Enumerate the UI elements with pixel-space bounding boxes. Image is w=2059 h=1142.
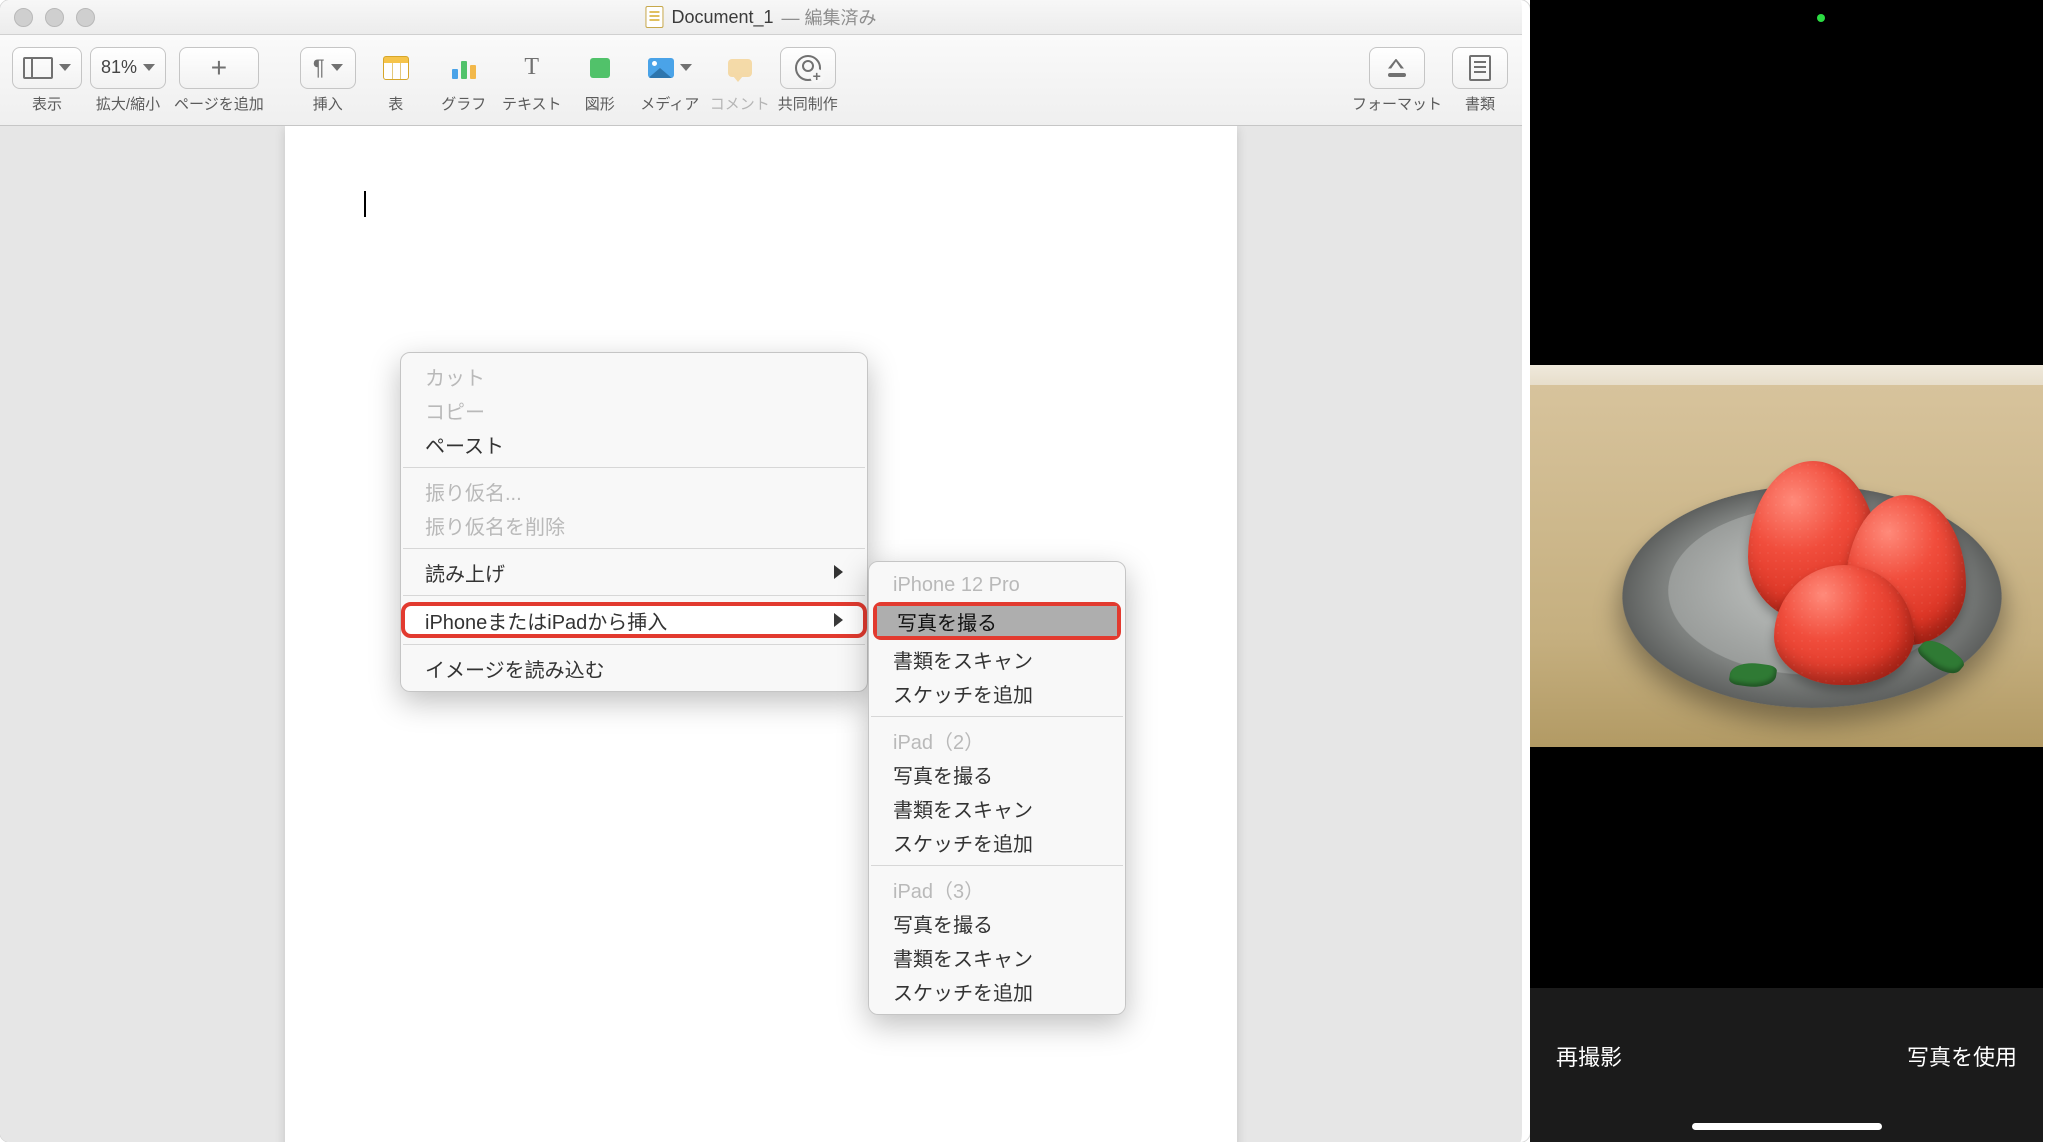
menu-insert-from-device[interactable]: iPhoneまたはiPadから挿入 — [401, 602, 867, 638]
document-canvas[interactable]: カット コピー ペースト 振り仮名... 振り仮名を削除 読み上げ iPhone… — [0, 126, 1522, 1142]
media-icon — [648, 58, 674, 78]
context-menu: カット コピー ペースト 振り仮名... 振り仮名を削除 読み上げ iPhone… — [400, 352, 868, 692]
home-indicator[interactable] — [1692, 1123, 1882, 1130]
submenu-arrow-icon — [834, 613, 843, 627]
format-label: フォーマット — [1352, 93, 1442, 114]
menu-paste[interactable]: ペースト — [401, 427, 867, 461]
collaborate-label: 共同制作 — [778, 93, 838, 114]
submenu-take-photo[interactable]: 写真を撮る — [877, 606, 1117, 636]
submenu-add-sketch-ipad3[interactable]: スケッチを追加 — [869, 974, 1125, 1008]
chevron-down-icon — [680, 64, 692, 71]
window-controls — [14, 8, 95, 27]
zoom-label: 拡大/縮小 — [96, 93, 160, 114]
insert-label: 挿入 — [313, 93, 343, 114]
document-status: — 編集済み — [782, 4, 877, 30]
close-window-icon[interactable] — [14, 8, 33, 27]
use-photo-button[interactable]: 写真を使用 — [1907, 1040, 2017, 1072]
format-icon — [1386, 57, 1408, 79]
insert-button[interactable]: ¶ 挿入 — [298, 47, 358, 114]
submenu-add-sketch[interactable]: スケッチを追加 — [869, 676, 1125, 710]
zoom-button[interactable]: 81% 拡大/縮小 — [90, 47, 166, 114]
fullscreen-window-icon[interactable] — [76, 8, 95, 27]
minimize-window-icon[interactable] — [45, 8, 64, 27]
shape-button[interactable]: 図形 — [570, 47, 630, 114]
chart-button[interactable]: グラフ — [434, 47, 494, 114]
device-header-iphone: iPhone 12 Pro — [869, 568, 1125, 602]
collaborate-button[interactable]: 共同制作 — [778, 47, 838, 114]
device-header-ipad2: iPad（2） — [869, 723, 1125, 757]
camera-bottom-bar: 再撮影 写真を使用 — [1530, 988, 2043, 1142]
zoom-value: 81% — [101, 57, 137, 78]
menu-remove-furigana: 振り仮名を削除 — [401, 508, 867, 542]
chevron-down-icon — [143, 64, 155, 71]
comment-label: コメント — [710, 93, 770, 114]
document-title: Document_1 — [671, 7, 773, 28]
document-button[interactable]: 書類 — [1450, 47, 1510, 114]
camera-viewport — [1530, 0, 2043, 988]
menu-separator — [871, 716, 1123, 717]
add-page-button[interactable]: + ページを追加 — [174, 47, 264, 114]
document-label: 書類 — [1465, 93, 1495, 114]
submenu-arrow-icon — [834, 565, 843, 579]
device-submenu: iPhone 12 Pro 写真を撮る 書類をスキャン スケッチを追加 iPad… — [868, 561, 1126, 1015]
highlight-take-photo: 写真を撮る — [873, 602, 1121, 640]
menu-separator — [871, 865, 1123, 866]
text-icon: T — [524, 54, 539, 81]
table-icon — [383, 56, 409, 80]
table-button[interactable]: 表 — [366, 47, 426, 114]
submenu-take-photo-ipad2[interactable]: 写真を撮る — [869, 757, 1125, 791]
text-button[interactable]: T テキスト — [502, 47, 562, 114]
chevron-down-icon — [331, 64, 343, 71]
menu-separator — [403, 644, 865, 645]
table-label: 表 — [388, 93, 403, 114]
panels-icon — [23, 57, 53, 79]
submenu-take-photo-ipad3[interactable]: 写真を撮る — [869, 906, 1125, 940]
retake-button[interactable]: 再撮影 — [1556, 1040, 1622, 1072]
menu-separator — [403, 595, 865, 596]
chart-label: グラフ — [441, 93, 486, 114]
menu-separator — [403, 467, 865, 468]
comment-icon — [728, 59, 752, 77]
chevron-down-icon — [59, 64, 71, 71]
collaborate-icon — [795, 55, 821, 81]
iphone-camera-preview: 再撮影 写真を使用 — [1530, 0, 2043, 1142]
menu-cut: カット — [401, 359, 867, 393]
media-button[interactable]: メディア — [638, 47, 702, 114]
chart-icon — [452, 57, 476, 79]
add-page-label: ページを追加 — [174, 93, 264, 114]
toolbar: 表示 81% 拡大/縮小 + ページを追加 ¶ 挿入 表 グラフ — [0, 35, 1522, 126]
document-panels-icon — [1469, 55, 1491, 81]
comment-button: コメント — [710, 47, 770, 114]
format-button[interactable]: フォーマット — [1352, 47, 1442, 114]
media-label: メディア — [640, 93, 699, 114]
menu-copy: コピー — [401, 393, 867, 427]
shape-label: 図形 — [585, 93, 615, 114]
menu-speak[interactable]: 読み上げ — [401, 555, 867, 589]
window-title: Document_1 — 編集済み — [645, 4, 876, 30]
menu-separator — [403, 548, 865, 549]
text-label: テキスト — [502, 93, 562, 114]
plus-icon: + — [211, 54, 227, 82]
view-label: 表示 — [32, 93, 62, 114]
text-cursor — [364, 191, 366, 217]
shape-icon — [590, 58, 610, 78]
submenu-scan-docs-ipad3[interactable]: 書類をスキャン — [869, 940, 1125, 974]
view-button[interactable]: 表示 — [12, 47, 82, 114]
menu-furigana: 振り仮名... — [401, 474, 867, 508]
device-header-ipad3: iPad（3） — [869, 872, 1125, 906]
submenu-scan-docs-ipad2[interactable]: 書類をスキャン — [869, 791, 1125, 825]
photo-preview — [1530, 365, 2043, 747]
titlebar: Document_1 — 編集済み — [0, 0, 1522, 35]
paragraph-icon: ¶ — [313, 55, 325, 81]
submenu-add-sketch-ipad2[interactable]: スケッチを追加 — [869, 825, 1125, 859]
submenu-scan-docs[interactable]: 書類をスキャン — [869, 642, 1125, 676]
pages-app-window: Document_1 — 編集済み 表示 81% 拡大/縮小 + ページを追加 … — [0, 0, 1530, 1142]
document-icon — [645, 6, 663, 28]
menu-import-image[interactable]: イメージを読み込む — [401, 651, 867, 685]
